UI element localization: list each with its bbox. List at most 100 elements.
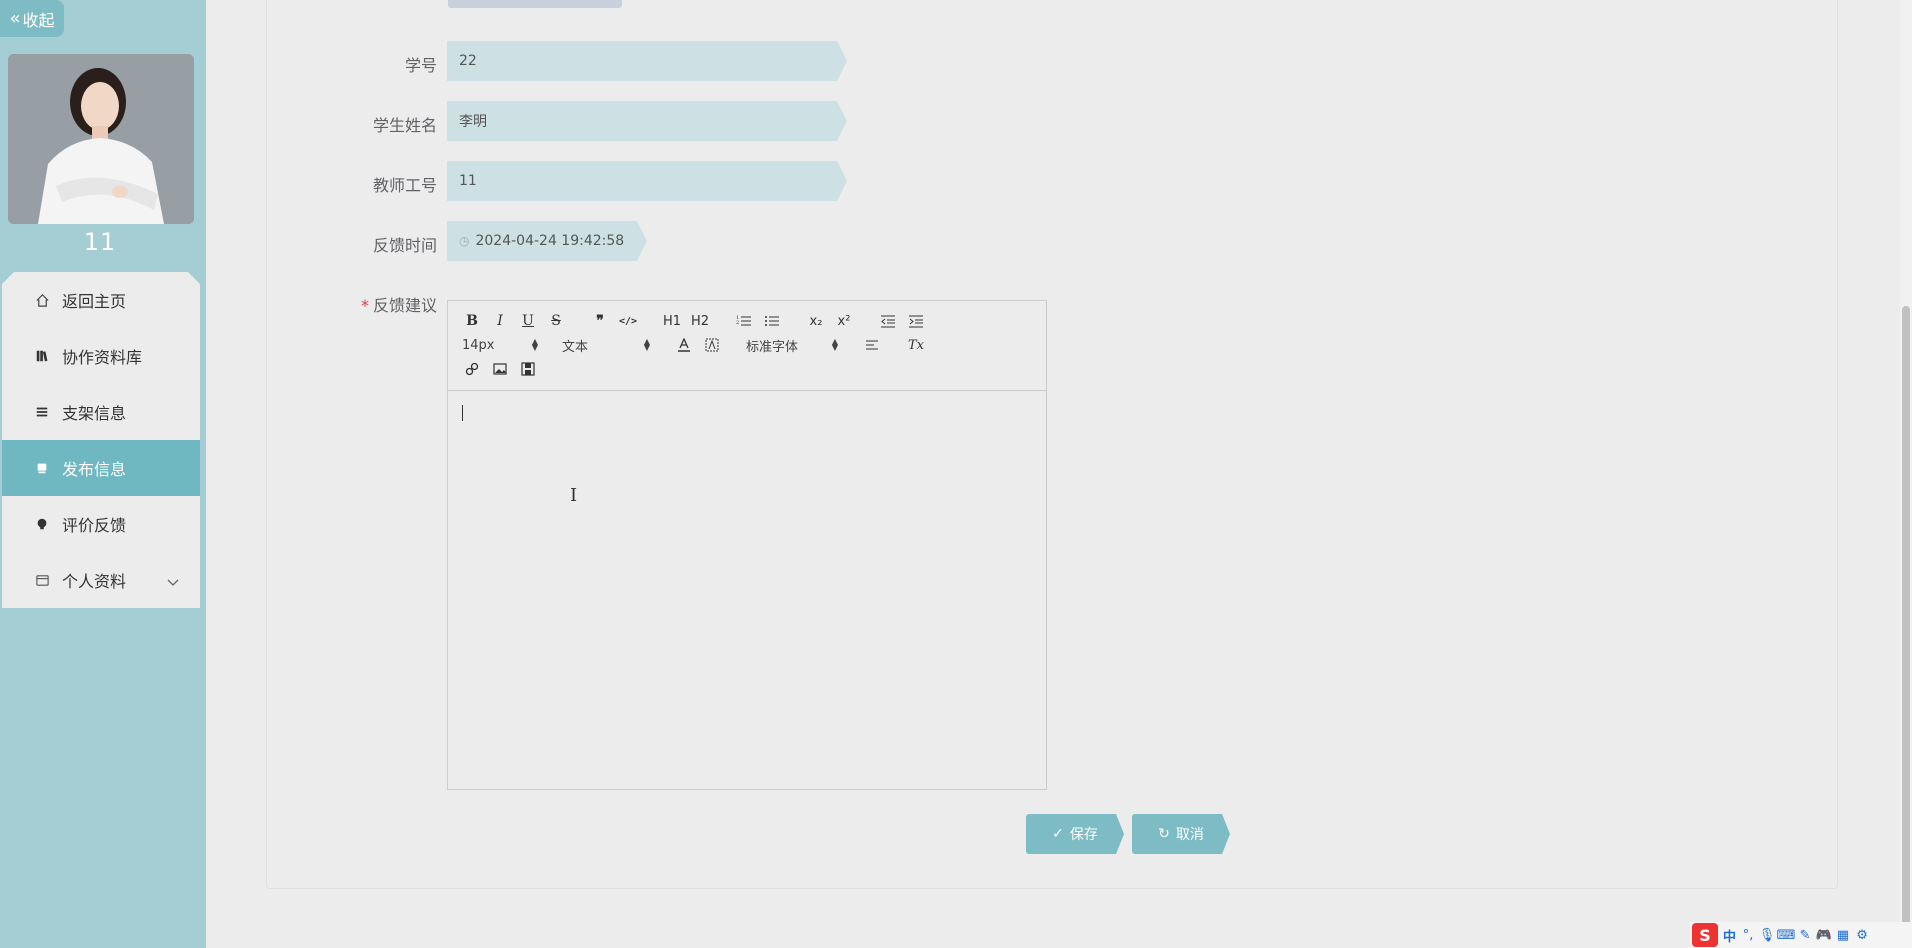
home-icon	[34, 292, 50, 308]
check-icon: ✓	[1052, 826, 1064, 842]
ime-toolbar: S 中 °, 🎙 ⌨ ✎ 🎮 ▦ ⚙	[1690, 922, 1912, 948]
sidebar-item-label: 支架信息	[62, 404, 127, 423]
toolbox-icon[interactable]: ▦	[1836, 928, 1850, 943]
code-block-button[interactable]: </>	[614, 309, 642, 333]
superscript-button[interactable]: x²	[830, 309, 858, 333]
cancel-label: 取消	[1175, 827, 1204, 843]
sidebar-item-publish[interactable]: 发布信息	[2, 440, 200, 496]
avatar-portrait-image	[8, 54, 194, 224]
double-chevron-left-icon: «	[9, 7, 21, 29]
list-icon	[34, 404, 50, 420]
blockquote-button[interactable]: ❞	[586, 309, 614, 333]
profile-icon	[34, 572, 50, 588]
editor-toolbar: B I U S ❞ </> H1 H2 12 x₂ x² 14px ▲ ▼ 文本…	[448, 301, 1046, 391]
font-family-select[interactable]: 标准字体 ▲ ▼	[742, 333, 842, 357]
clock-icon: ◷	[459, 234, 470, 248]
publish-icon	[34, 460, 50, 476]
select-arrows-icon: ▲ ▼	[643, 337, 650, 352]
username: 11	[83, 228, 117, 256]
teacher-id-field[interactable]: 11	[447, 161, 847, 201]
link-icon[interactable]	[458, 357, 486, 381]
background-color-icon[interactable]	[698, 333, 726, 357]
required-mark: *	[360, 296, 369, 315]
chevron-down-icon	[166, 572, 180, 591]
student-id-field[interactable]: 22	[447, 41, 847, 81]
sidebar: « 收起 11 返回主页 协作资料库 支架信息 发布信息 评价反馈 个人资料	[0, 0, 206, 948]
feedback-icon	[34, 516, 50, 532]
feedback-suggestion-label: * 反馈建议	[277, 292, 437, 316]
avatar	[8, 54, 194, 224]
underline-button[interactable]: U	[514, 309, 542, 333]
sidebar-item-label: 协作资料库	[62, 348, 143, 367]
sidebar-item-feedback[interactable]: 评价反馈	[2, 496, 200, 552]
outdent-icon[interactable]	[874, 309, 902, 333]
sidebar-item-label: 发布信息	[62, 460, 127, 479]
select-arrows-icon: ▲ ▼	[831, 337, 838, 352]
bullet-list-icon[interactable]	[758, 309, 786, 333]
font-size-value: 14px	[462, 337, 495, 353]
text-cursor-icon: I	[570, 485, 578, 506]
text-caret	[462, 405, 463, 421]
editor-content-area[interactable]: I	[448, 391, 1046, 789]
rich-text-editor: B I U S ❞ </> H1 H2 12 x₂ x² 14px ▲ ▼ 文本…	[447, 300, 1047, 790]
sogou-logo-icon[interactable]: S	[1692, 923, 1718, 947]
heading-value: 文本	[562, 339, 589, 355]
clear-format-button[interactable]: Tx	[902, 333, 930, 357]
page-scrollbar[interactable]	[1900, 0, 1912, 948]
feedback-time-field[interactable]: ◷ 2024-04-24 19:42:58	[447, 221, 647, 261]
feedback-time-value: 2024-04-24 19:42:58	[475, 233, 625, 249]
ime-chinese-mode[interactable]: 中	[1723, 926, 1736, 945]
student-name-value: 李明	[459, 114, 487, 130]
scrollbar-thumb[interactable]	[1902, 306, 1910, 946]
student-id-value: 22	[459, 53, 477, 69]
feedback-suggestion-text: 反馈建议	[372, 296, 437, 315]
game-icon[interactable]: 🎮	[1816, 928, 1832, 943]
strike-button[interactable]: S	[542, 309, 570, 333]
font-size-select[interactable]: 14px ▲ ▼	[458, 333, 542, 357]
refresh-icon: ↻	[1158, 826, 1170, 842]
heading-select[interactable]: 文本 ▲ ▼	[558, 333, 654, 357]
sidebar-item-home[interactable]: 返回主页	[2, 272, 200, 328]
save-label: 保存	[1069, 827, 1098, 843]
font-family-value: 标准字体	[746, 339, 799, 355]
uploaded-image-preview	[448, 0, 622, 8]
collapse-button[interactable]: « 收起	[0, 0, 64, 37]
feedback-time-label: 反馈时间	[372, 236, 437, 255]
heading2-button[interactable]: H2	[686, 309, 714, 333]
image-icon[interactable]	[486, 357, 514, 381]
toolbar-row-3	[458, 357, 1036, 381]
svg-text:2: 2	[736, 320, 739, 326]
italic-button[interactable]: I	[486, 309, 514, 333]
indent-icon[interactable]	[902, 309, 930, 333]
subscript-button[interactable]: x₂	[802, 309, 830, 333]
cancel-button[interactable]: ↻ 取消	[1132, 814, 1230, 854]
text-color-icon[interactable]	[670, 333, 698, 357]
microphone-icon[interactable]: 🎙	[1759, 928, 1776, 943]
sidebar-item-label: 评价反馈	[62, 516, 127, 535]
sidebar-item-library[interactable]: 协作资料库	[2, 328, 200, 384]
collapse-label: 收起	[22, 10, 55, 30]
keyboard-icon[interactable]: ⌨	[1777, 928, 1796, 943]
select-arrows-icon: ▲ ▼	[531, 337, 538, 352]
student-name-label: 学生姓名	[372, 116, 437, 135]
save-button[interactable]: ✓ 保存	[1026, 814, 1124, 854]
sidebar-item-profile[interactable]: 个人资料	[2, 552, 200, 608]
teacher-id-value: 11	[459, 173, 477, 189]
bold-button[interactable]: B	[458, 309, 486, 333]
sidebar-menu: 返回主页 协作资料库 支架信息 发布信息 评价反馈 个人资料	[2, 272, 200, 608]
ordered-list-icon[interactable]: 12	[730, 309, 758, 333]
settings-icon[interactable]: ⚙	[1855, 928, 1869, 943]
toolbar-row-2: 14px ▲ ▼ 文本 ▲ ▼ 标准字体 ▲ ▼ Tx	[458, 333, 1036, 357]
heading1-button[interactable]: H1	[658, 309, 686, 333]
skin-icon[interactable]: ✎	[1798, 928, 1812, 943]
video-icon[interactable]	[514, 357, 542, 381]
sidebar-item-label: 个人资料	[62, 572, 127, 591]
student-id-label: 学号	[404, 56, 437, 75]
sidebar-item-bracket-info[interactable]: 支架信息	[2, 384, 200, 440]
align-left-icon[interactable]	[858, 333, 886, 357]
student-name-field[interactable]: 李明	[447, 101, 847, 141]
library-icon	[34, 348, 50, 364]
sidebar-item-label: 返回主页	[62, 292, 127, 311]
punctuation-icon[interactable]: °,	[1741, 928, 1755, 943]
toolbar-row-1: B I U S ❞ </> H1 H2 12 x₂ x²	[458, 309, 1036, 333]
